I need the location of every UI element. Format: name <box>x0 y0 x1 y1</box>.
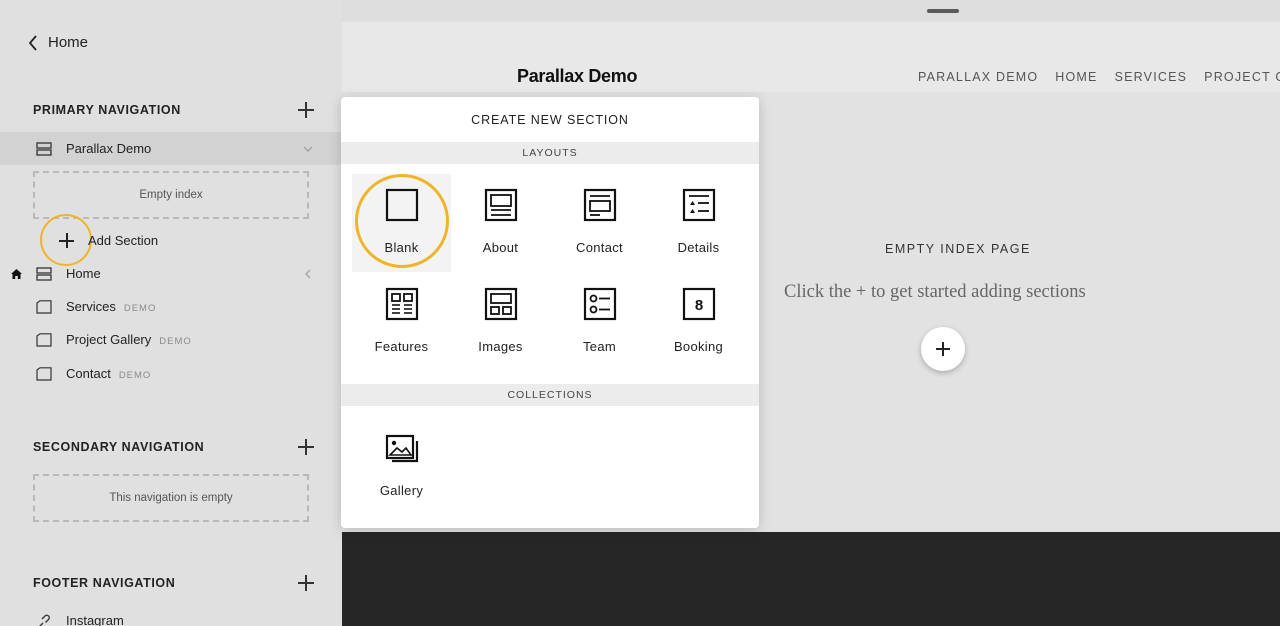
sidebar-item-services[interactable]: Services DEMO <box>0 290 342 323</box>
layout-tile-contact[interactable]: Contact <box>550 174 649 272</box>
secondary-navigation-title: SECONDARY NAVIGATION <box>33 440 205 454</box>
site-nav-item[interactable]: PARALLAX DEMO <box>918 70 1038 84</box>
layout-tile-label: Team <box>583 339 616 354</box>
gallery-icon <box>385 434 418 463</box>
layout-tile-blank[interactable]: Blank <box>352 174 451 272</box>
empty-index-placeholder: Empty index <box>33 171 309 219</box>
add-primary-page-button[interactable] <box>297 101 315 119</box>
modal-title: CREATE NEW SECTION <box>471 112 629 127</box>
page-icon <box>36 299 52 314</box>
link-icon <box>38 614 50 626</box>
layout-tile-label: Features <box>374 339 429 354</box>
page-icon <box>36 332 52 347</box>
sidebar-item-instagram[interactable]: Instagram <box>0 604 342 626</box>
preview-add-section-button[interactable] <box>921 327 965 371</box>
secondary-empty-text: This navigation is empty <box>109 492 233 504</box>
drag-handle[interactable] <box>927 9 959 13</box>
site-nav-item[interactable]: PROJECT GALLERY <box>1204 70 1280 84</box>
sidebar-item-label: Instagram <box>66 613 124 626</box>
demo-badge: DEMO <box>118 370 152 381</box>
site-navigation: PARALLAX DEMO HOME SERVICES PROJECT GALL… <box>918 70 1280 84</box>
layout-tile-label: About <box>482 240 519 255</box>
add-section-label[interactable]: Add Section <box>88 233 158 248</box>
chevron-left-icon[interactable] <box>303 269 313 279</box>
team-icon <box>583 287 616 321</box>
layout-tile-booking[interactable]: 8 Booking <box>649 273 748 371</box>
site-nav-item[interactable]: SERVICES <box>1115 70 1188 84</box>
layouts-band: LAYOUTS <box>341 142 759 164</box>
layout-tile-label: Contact <box>576 240 623 255</box>
primary-navigation-header: PRIMARY NAVIGATION <box>33 101 315 119</box>
features-icon <box>385 287 418 321</box>
layout-tile-about[interactable]: About <box>451 174 550 272</box>
layout-tile-label: Details <box>677 240 720 255</box>
sidebar-item-home[interactable]: Home <box>0 257 342 290</box>
site-title[interactable]: Parallax Demo <box>517 66 637 87</box>
empty-index-text: Empty index <box>139 189 203 201</box>
footer-navigation-header: FOOTER NAVIGATION <box>33 574 315 592</box>
sidebar-item-label: Contact <box>66 366 111 381</box>
collection-tile-label: Gallery <box>379 483 424 498</box>
details-icon <box>682 188 715 222</box>
collections-band: COLLECTIONS <box>341 384 759 406</box>
add-footer-page-button[interactable] <box>297 574 315 592</box>
layouts-label: LAYOUTS <box>522 147 578 159</box>
sidebar-item-label: Services <box>66 299 116 314</box>
about-icon <box>484 188 517 222</box>
layout-tile-label: Blank <box>384 240 419 255</box>
empty-index-page-subtitle: Click the + to get started adding sectio… <box>784 282 1086 302</box>
layout-tile-features[interactable]: Features <box>352 273 451 371</box>
collection-tile-gallery[interactable]: Gallery <box>352 417 451 515</box>
sidebar-item-contact[interactable]: Contact DEMO <box>0 357 342 390</box>
sidebar-item-label: Parallax Demo <box>66 141 152 156</box>
index-icon <box>36 141 52 156</box>
sidebar-item-project-gallery[interactable]: Project Gallery DEMO <box>0 323 342 356</box>
demo-badge: DEMO <box>159 336 192 347</box>
footer-navigation-title: FOOTER NAVIGATION <box>33 576 176 590</box>
booking-icon: 8 <box>682 287 715 321</box>
chevron-left-icon <box>28 34 37 51</box>
site-nav-item[interactable]: HOME <box>1055 70 1097 84</box>
index-icon <box>36 266 52 281</box>
layout-tile-team[interactable]: Team <box>550 273 649 371</box>
contact-icon <box>583 188 616 222</box>
primary-navigation-title: PRIMARY NAVIGATION <box>33 103 181 117</box>
empty-index-page-title: EMPTY INDEX PAGE <box>885 242 1031 256</box>
layout-tile-images[interactable]: Images <box>451 273 550 371</box>
sidebar-item-parallax-demo[interactable]: Parallax Demo <box>0 132 342 165</box>
secondary-navigation-header: SECONDARY NAVIGATION <box>33 438 315 456</box>
page-icon <box>36 366 52 381</box>
create-new-section-modal: CREATE NEW SECTION LAYOUTS Blank About C… <box>341 97 759 528</box>
collections-label: COLLECTIONS <box>507 389 593 401</box>
add-secondary-page-button[interactable] <box>297 438 315 456</box>
layout-tile-details[interactable]: Details <box>649 174 748 272</box>
back-label: Home <box>48 34 89 51</box>
preview-dark-section <box>342 532 1280 626</box>
layout-tile-label: Booking <box>673 339 724 354</box>
images-icon <box>484 287 517 321</box>
back-home-button[interactable]: Home <box>28 34 88 51</box>
sidebar: Home PRIMARY NAVIGATION Parallax Demo Em… <box>0 0 342 626</box>
booking-glyph: 8 <box>694 297 702 314</box>
sidebar-item-label: Project Gallery <box>66 332 152 347</box>
sidebar-item-label: Home <box>66 266 101 281</box>
chevron-down-icon[interactable] <box>303 144 313 154</box>
layout-tile-label: Images <box>478 339 523 354</box>
demo-badge: DEMO <box>123 303 157 314</box>
blank-icon <box>385 188 418 222</box>
secondary-empty-placeholder: This navigation is empty <box>33 474 309 522</box>
homepage-icon <box>11 268 22 279</box>
